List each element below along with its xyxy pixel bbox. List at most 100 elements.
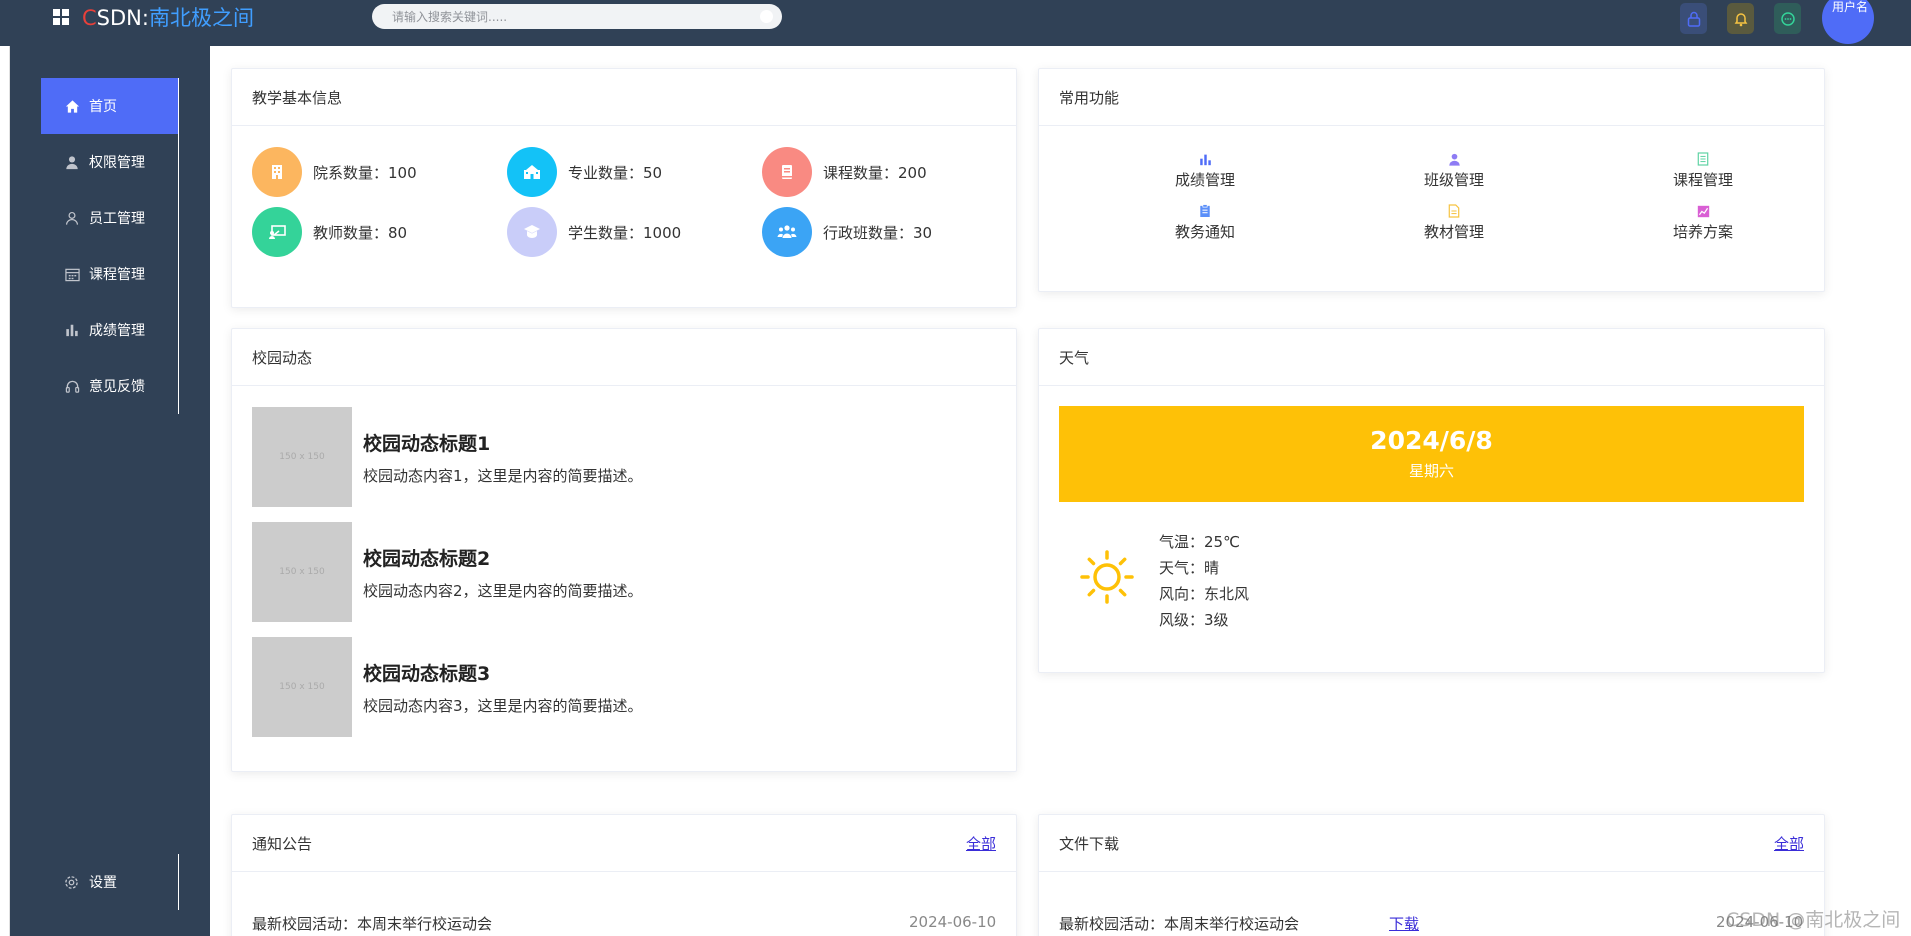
brand-sdn: SDN: <box>96 6 149 30</box>
card-header: 天气 <box>1039 329 1824 386</box>
card-header: 文件下载 全部 <box>1039 815 1824 872</box>
func-courses[interactable]: 课程管理 <box>1643 151 1763 190</box>
card-title: 教学基本信息 <box>252 88 343 107</box>
book-icon <box>762 147 812 197</box>
bar-chart-icon <box>64 322 80 338</box>
news-desc: 校园动态内容1，这里是内容的简要描述。 <box>363 467 643 485</box>
weather-date: 2024/6/8 <box>1370 426 1493 455</box>
news-item[interactable]: 150 x 150 校园动态标题1 校园动态内容1，这里是内容的简要描述。 <box>252 407 812 507</box>
card-title: 校园动态 <box>252 348 313 367</box>
weather-wind-level: 风级：3级 <box>1159 611 1229 629</box>
func-textbooks[interactable]: 教材管理 <box>1394 203 1514 242</box>
sidebar-item-courses[interactable]: 课程管理 <box>41 246 178 302</box>
stat-teachers: 教师数量：80 <box>252 207 407 257</box>
card-title: 常用功能 <box>1059 88 1120 107</box>
building-icon <box>252 147 302 197</box>
weather-card: 天气 2024/6/8 星期六 气温：25℃ 天气：晴 风向：东北风 风级：3级 <box>1038 328 1825 673</box>
search-button[interactable] <box>760 10 773 23</box>
card-title: 文件下载 <box>1059 834 1120 853</box>
calendar-icon <box>64 266 80 282</box>
sidebar-item-label: 课程管理 <box>89 267 145 283</box>
files-card: 文件下载 全部 最新校园活动：本周末举行校运动会 下载 2024-06-10 <box>1038 814 1825 936</box>
weather-details: 气温：25℃ 天气：晴 风向：东北风 风级：3级 <box>1159 529 1249 633</box>
weather-wind-direction: 风向：东北风 <box>1159 585 1250 603</box>
stat-label: 行政班数量：30 <box>823 223 933 242</box>
func-classes[interactable]: 班级管理 <box>1394 151 1514 190</box>
gear-icon <box>64 874 80 890</box>
sidebar-item-label: 成绩管理 <box>89 323 145 339</box>
search-input[interactable] <box>372 4 782 29</box>
message-button[interactable] <box>1774 3 1801 34</box>
campus-news-card: 校园动态 150 x 150 校园动态标题1 校园动态内容1，这里是内容的简要描… <box>231 328 1017 772</box>
file-row-text: 最新校园活动：本周末举行校运动会 <box>1059 915 1300 933</box>
book-icon <box>1697 152 1709 166</box>
news-title: 校园动态标题1 <box>363 433 491 455</box>
left-edge <box>0 0 10 936</box>
group-icon <box>762 207 812 257</box>
graduate-icon <box>507 207 557 257</box>
sun-icon <box>1080 550 1134 604</box>
weather-condition: 天气：晴 <box>1159 559 1220 577</box>
notices-card: 通知公告 全部 最新校园活动：本周末举行校运动会 2024-06-10 <box>231 814 1017 936</box>
func-grades[interactable]: 成绩管理 <box>1145 151 1265 190</box>
notification-button[interactable] <box>1727 3 1754 34</box>
func-label: 班级管理 <box>1423 171 1484 189</box>
stat-label: 课程数量：200 <box>823 163 927 182</box>
grid-menu-icon[interactable] <box>53 9 69 25</box>
sidebar-item-label: 权限管理 <box>89 155 145 171</box>
bell-icon <box>1734 12 1747 26</box>
weather-temperature: 气温：25℃ <box>1159 533 1240 551</box>
news-item[interactable]: 150 x 150 校园动态标题3 校园动态内容3，这里是内容的简要描述。 <box>252 637 812 737</box>
weather-date-banner: 2024/6/8 星期六 <box>1059 406 1804 502</box>
settings-label: 设置 <box>89 875 117 891</box>
card-header: 校园动态 <box>232 329 1016 386</box>
news-title: 校园动态标题2 <box>363 548 491 570</box>
top-bar: CSDN:南北极之间 用户名 <box>0 0 1911 46</box>
news-thumbnail: 150 x 150 <box>252 637 352 737</box>
lock-icon <box>1687 11 1700 27</box>
user-avatar[interactable]: 用户名 <box>1822 0 1874 44</box>
stat-departments: 院系数量：100 <box>252 147 417 197</box>
sidebar-item-home[interactable]: 首页 <box>41 78 178 134</box>
sidebar-item-grades[interactable]: 成绩管理 <box>41 302 178 358</box>
brand-c: C <box>82 6 97 30</box>
card-title: 通知公告 <box>252 834 313 853</box>
stat-label: 学生数量：1000 <box>568 223 682 242</box>
stat-majors: 专业数量：50 <box>507 147 662 197</box>
func-label: 成绩管理 <box>1174 171 1235 189</box>
lock-button[interactable] <box>1680 3 1707 34</box>
news-thumbnail: 150 x 150 <box>252 407 352 507</box>
user-icon <box>64 154 80 170</box>
functions-card: 常用功能 成绩管理 班级管理 课程管理 教务通知 教材管理 培养方案 <box>1038 68 1825 292</box>
news-desc: 校园动态内容2，这里是内容的简要描述。 <box>363 582 643 600</box>
news-thumbnail: 150 x 150 <box>252 522 352 622</box>
func-training-plan[interactable]: 培养方案 <box>1643 203 1763 242</box>
stat-label: 院系数量：100 <box>313 163 417 182</box>
notices-more-link[interactable]: 全部 <box>966 833 996 854</box>
card-header: 教学基本信息 <box>232 69 1016 126</box>
news-desc: 校园动态内容3，这里是内容的简要描述。 <box>363 697 643 715</box>
news-item[interactable]: 150 x 150 校园动态标题2 校园动态内容2，这里是内容的简要描述。 <box>252 522 812 622</box>
stat-label: 专业数量：50 <box>568 163 663 182</box>
files-more-link[interactable]: 全部 <box>1774 833 1804 854</box>
notice-row-text[interactable]: 最新校园活动：本周末举行校运动会 <box>252 913 492 934</box>
stat-classes: 行政班数量：30 <box>762 207 932 257</box>
func-notices[interactable]: 教务通知 <box>1145 203 1265 242</box>
card-header: 常用功能 <box>1039 69 1824 126</box>
home-icon <box>64 98 80 114</box>
trend-icon <box>1697 205 1709 217</box>
watermark: CSDN @南北极之间 <box>1726 909 1901 931</box>
func-label: 教务通知 <box>1174 223 1235 241</box>
sidebar-item-permissions[interactable]: 权限管理 <box>41 134 178 190</box>
school-icon <box>507 147 557 197</box>
bar-chart-icon <box>1199 154 1211 165</box>
sidebar-item-label: 首页 <box>89 99 117 115</box>
sidebar-item-feedback[interactable]: 意见反馈 <box>41 358 178 414</box>
stat-students: 学生数量：1000 <box>507 207 681 257</box>
sidebar-item-settings[interactable]: 设置 <box>41 854 179 910</box>
download-link[interactable]: 下载 <box>1389 913 1419 934</box>
user-outline-icon <box>64 210 80 226</box>
user-icon <box>1448 153 1460 166</box>
sidebar-item-staff[interactable]: 员工管理 <box>41 190 178 246</box>
document-icon <box>1448 204 1460 218</box>
